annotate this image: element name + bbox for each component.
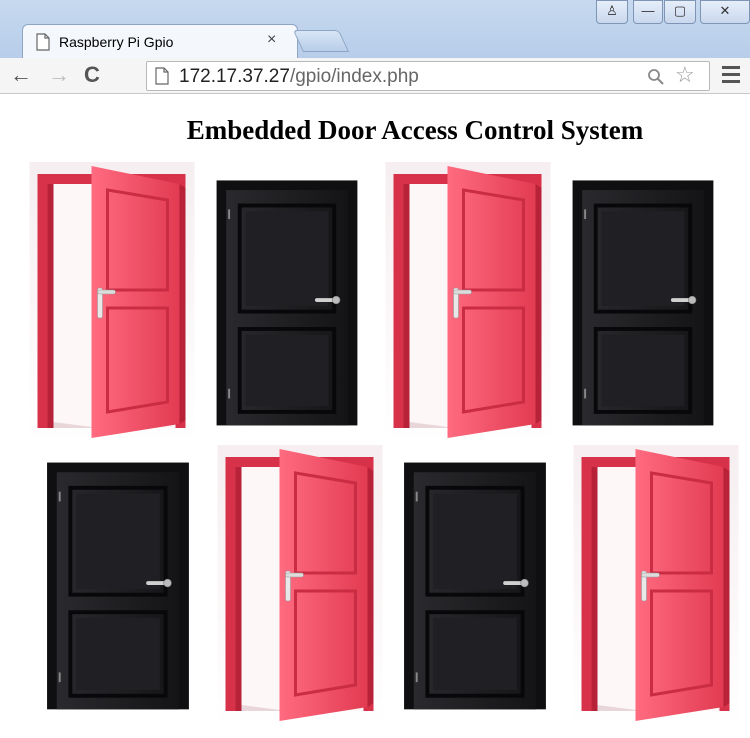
door-6-open[interactable] [216,445,384,727]
door-2-closed[interactable] [204,165,369,437]
door-8-open[interactable] [572,445,740,727]
bookmark-star-icon[interactable]: ☆ [675,63,695,87]
address-bar[interactable]: 172.17.37.27/gpio/index.php ☆ [146,61,710,91]
url-path: /gpio/index.php [289,66,419,87]
tab-raspberry-pi-gpio[interactable]: Raspberry Pi Gpio × [22,24,298,58]
door-1-open[interactable] [28,162,196,444]
tab-strip: Raspberry Pi Gpio × ♙ — ▢ ✕ [0,0,750,58]
open-red-door-icon [28,162,196,444]
url-host: 172.17.37.27 [179,66,290,87]
closed-black-door-icon [204,165,369,437]
forward-button[interactable]: → [48,62,70,88]
maximize-button[interactable]: ▢ [664,0,696,24]
page-title: Embedded Door Access Control System [186,115,644,145]
close-tab-icon[interactable]: × [267,31,276,49]
reload-button[interactable]: C [84,62,100,88]
menu-icon[interactable] [722,66,740,86]
url-text[interactable]: 172.17.37.27/gpio/index.php [179,66,419,88]
page-content: Embedded Door Access Control System [0,95,750,738]
browser-window: Raspberry Pi Gpio × ♙ — ▢ ✕ ← → C 172.17… [0,0,750,738]
close-window-button[interactable]: ✕ [700,0,750,24]
back-button[interactable]: ← [10,62,32,88]
door-7-closed[interactable] [392,447,557,721]
closed-black-door-icon [392,447,557,721]
user-icon[interactable]: ♙ [596,0,628,24]
search-icon[interactable] [647,68,665,86]
minimize-button[interactable]: — [633,0,663,24]
door-3-open[interactable] [384,162,552,444]
new-tab-button[interactable] [292,30,350,52]
page-icon [155,67,169,85]
open-red-door-icon [216,445,384,727]
open-red-door-icon [384,162,552,444]
door-5-closed[interactable] [35,447,200,721]
closed-black-door-icon [35,447,200,721]
open-red-door-icon [572,445,740,727]
door-4-closed[interactable] [560,165,725,437]
page-icon [35,33,51,51]
tab-title: Raspberry Pi Gpio [59,34,174,50]
browser-toolbar: ← → C 172.17.37.27/gpio/index.php ☆ [0,58,750,94]
closed-black-door-icon [560,165,725,437]
